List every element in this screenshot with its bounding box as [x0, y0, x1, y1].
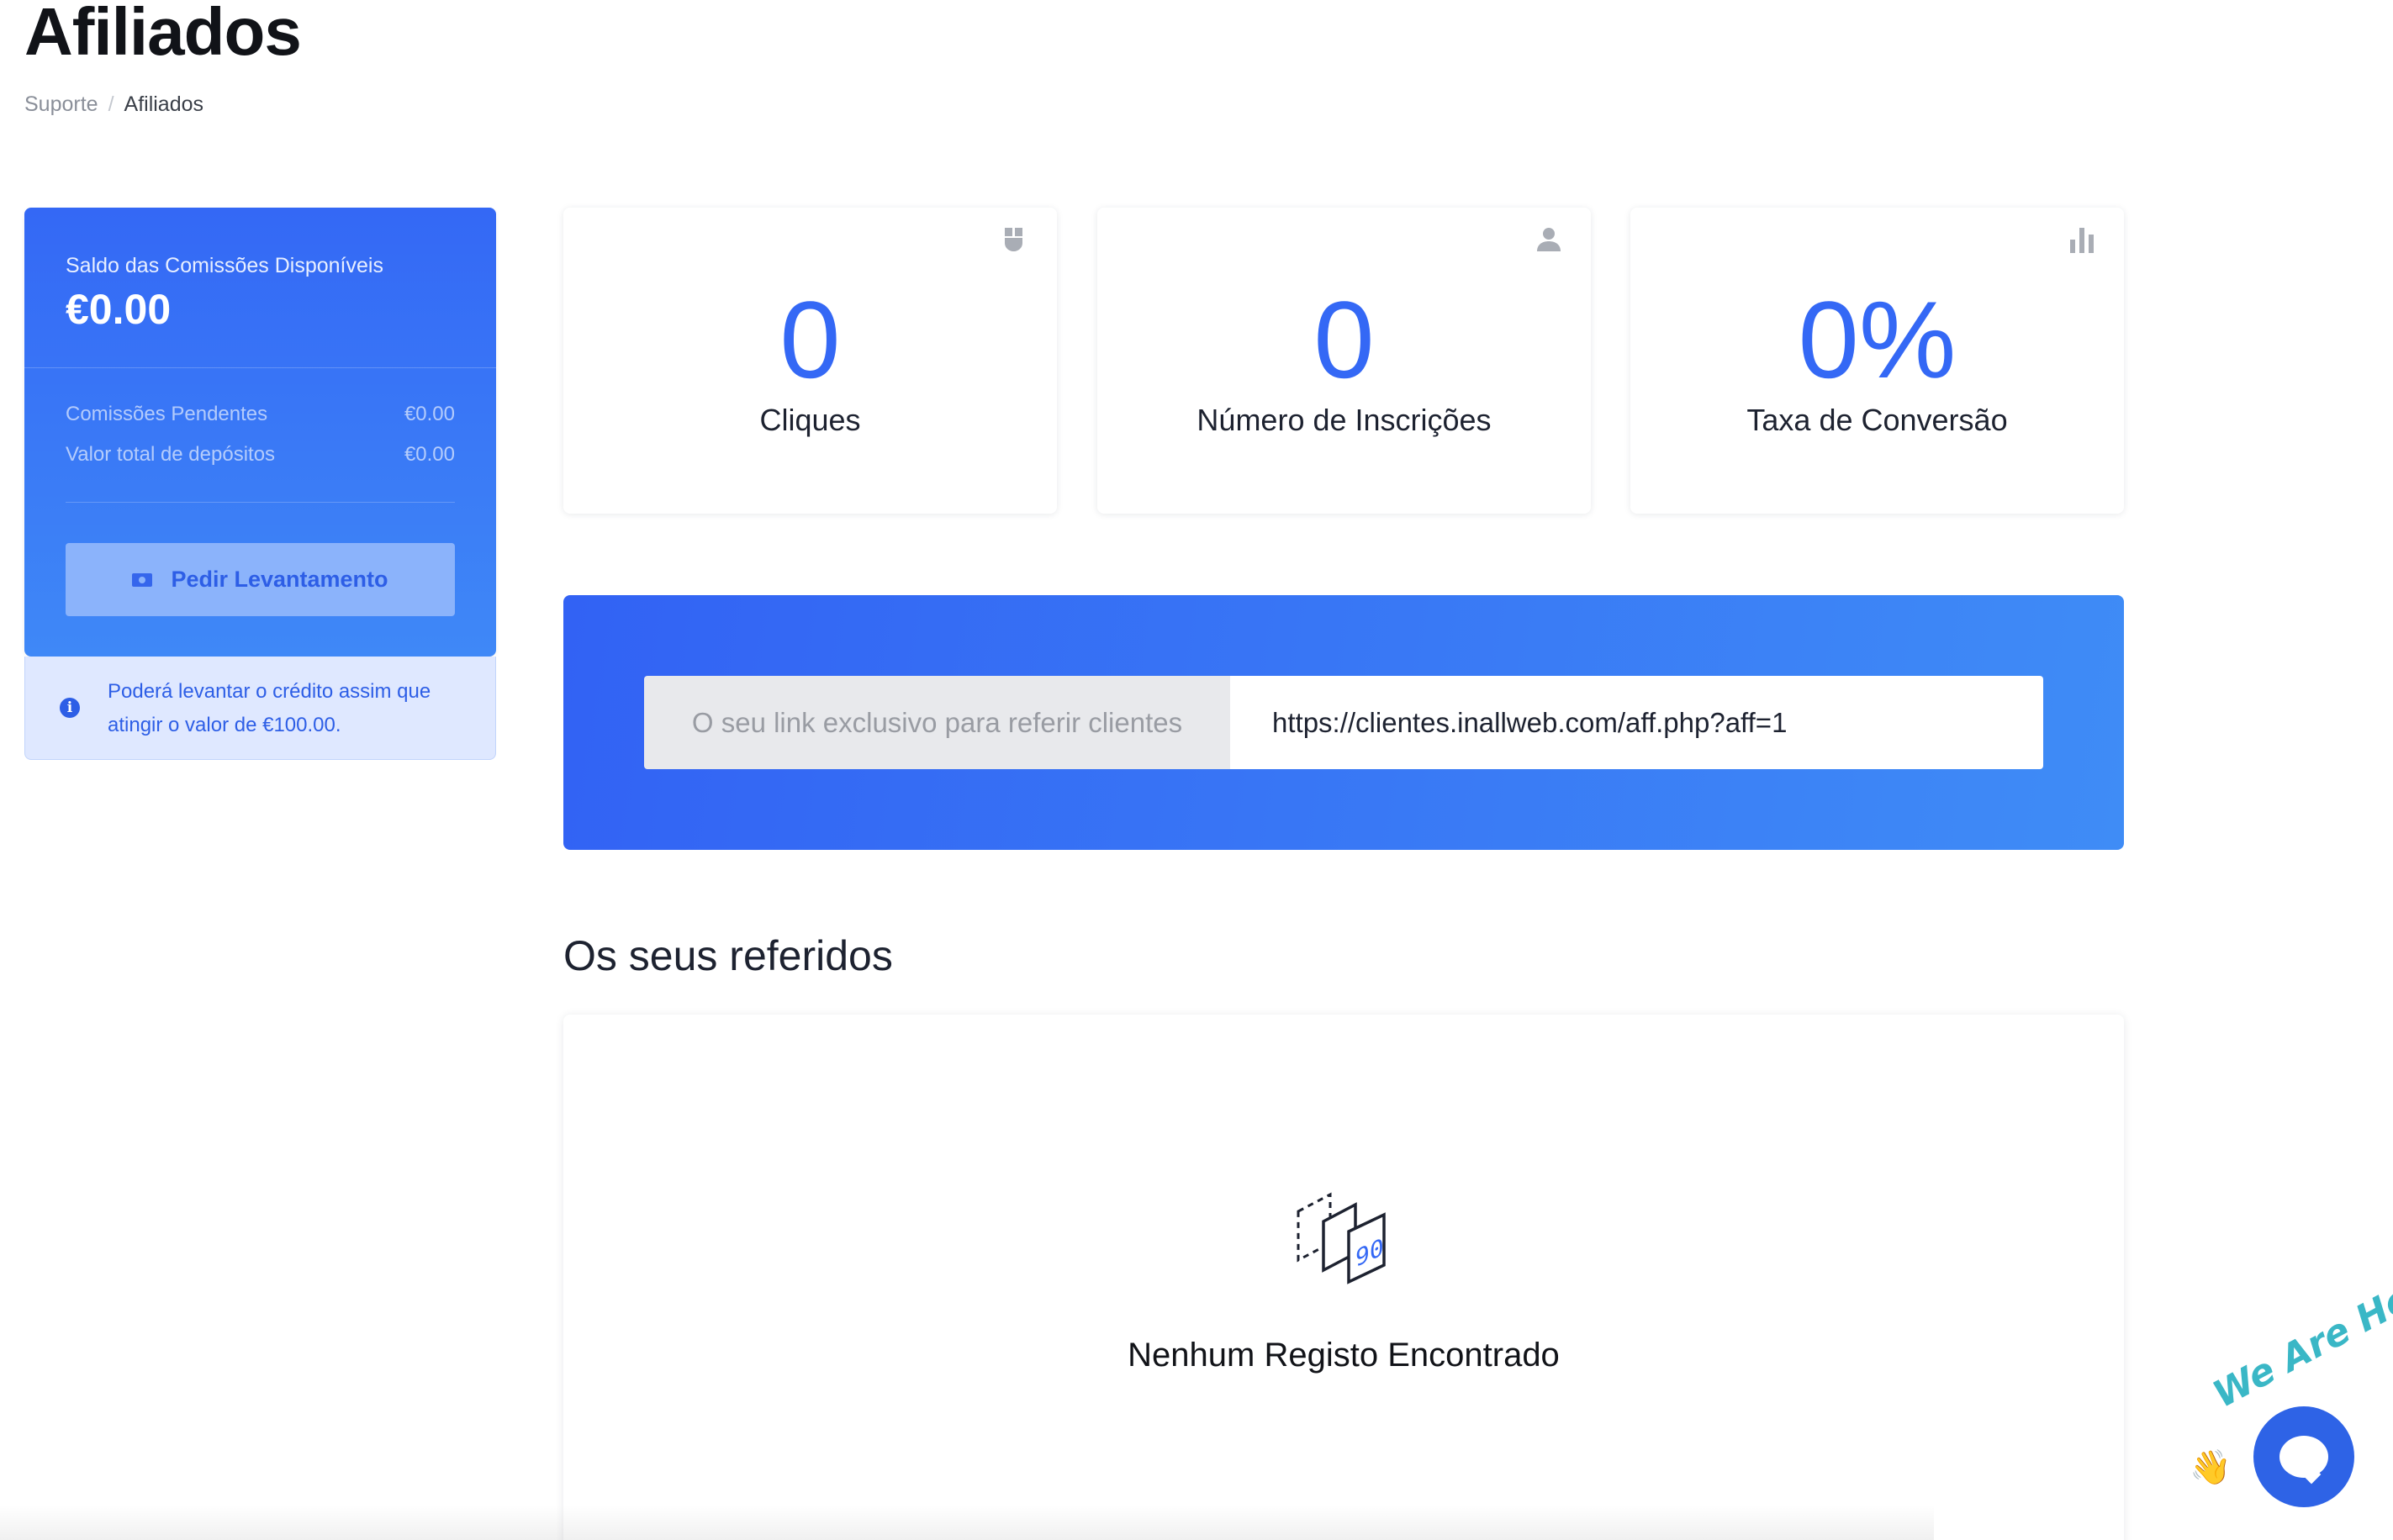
- referral-link-prefix: O seu link exclusivo para referir client…: [644, 676, 1230, 769]
- pending-commissions-row: Comissões Pendentes €0.00: [66, 403, 455, 426]
- empty-records-icon: 90: [1297, 1192, 1386, 1284]
- balance-panel: Saldo das Comissões Disponíveis €0.00 Co…: [24, 208, 496, 657]
- referral-link-input[interactable]: [1230, 676, 2043, 769]
- divider: [24, 367, 496, 368]
- stat-card-clicks: 0 Cliques: [563, 208, 1057, 514]
- divider: [66, 502, 455, 503]
- stat-card-conversion: 0% Taxa de Conversão: [1630, 208, 2124, 514]
- pending-commissions-label: Comissões Pendentes: [66, 403, 268, 425]
- referral-link-group: O seu link exclusivo para referir client…: [644, 676, 2043, 769]
- total-deposits-label: Valor total de depósitos: [66, 443, 276, 466]
- info-icon: i: [60, 698, 80, 718]
- referrals-section-title: Os seus referidos: [563, 932, 893, 979]
- balance-label: Saldo das Comissões Disponíveis: [66, 254, 383, 277]
- bar-chart-icon: [2070, 228, 2094, 253]
- commission-balance-card: Saldo das Comissões Disponíveis €0.00 Co…: [24, 208, 496, 657]
- chat-bubble-icon: [2279, 1436, 2328, 1478]
- signups-value: 0: [1313, 278, 1375, 401]
- breadcrumb: Suporte / Afiliados: [24, 92, 203, 117]
- clicks-value: 0: [779, 278, 841, 401]
- empty-records-message: Nenhum Registo Encontrado: [1128, 1337, 1560, 1374]
- referrals-table: 90 Nenhum Registo Encontrado: [563, 1015, 2124, 1540]
- conversion-value: 0%: [1798, 278, 1957, 401]
- total-deposits-value: €0.00: [404, 443, 455, 466]
- request-withdrawal-button[interactable]: Pedir Levantamento: [66, 543, 455, 616]
- user-icon: [1537, 228, 1561, 251]
- withdrawal-info-text: Poderá levantar o crédito assim que atin…: [108, 680, 431, 736]
- wave-icon: 👋: [2190, 1449, 2232, 1486]
- chat-open-button[interactable]: [2253, 1406, 2354, 1507]
- pending-commissions-value: €0.00: [404, 403, 455, 425]
- request-withdrawal-label: Pedir Levantamento: [171, 567, 388, 592]
- stat-card-signups: 0 Número de Inscrições: [1097, 208, 1591, 514]
- page-title: Afiliados: [24, 0, 302, 69]
- balance-amount: €0.00: [66, 286, 172, 333]
- referral-link-banner: O seu link exclusivo para referir client…: [563, 595, 2124, 850]
- breadcrumb-item-afiliados: Afiliados: [124, 92, 204, 116]
- chat-badge-text: We Are Here!: [2206, 1248, 2393, 1417]
- money-icon: [132, 572, 153, 587]
- clicks-label: Cliques: [759, 403, 861, 437]
- conversion-label: Taxa de Conversão: [1746, 403, 2008, 437]
- chat-widget: We Are Here! 👋: [2186, 1248, 2393, 1540]
- withdrawal-info-note: i Poderá levantar o crédito assim que at…: [24, 657, 496, 760]
- signups-label: Número de Inscrições: [1196, 403, 1492, 437]
- affiliates-page: Afiliados Suporte / Afiliados Saldo das …: [0, 0, 2393, 1540]
- breadcrumb-item-suporte[interactable]: Suporte: [24, 92, 98, 117]
- breadcrumb-separator: /: [108, 92, 114, 116]
- mouse-icon: [1005, 228, 1022, 251]
- total-deposits-row: Valor total de depósitos €0.00: [66, 443, 455, 467]
